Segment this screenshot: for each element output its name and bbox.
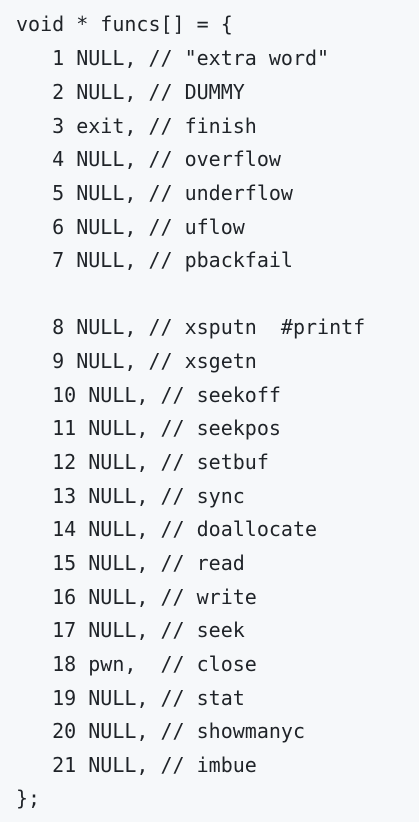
code-line: 10 NULL, // seekoff — [16, 383, 281, 407]
code-line: 3 exit, // finish — [16, 114, 257, 138]
code-line: 11 NULL, // seekpos — [16, 416, 281, 440]
code-line: 5 NULL, // underflow — [16, 181, 293, 205]
code-line: 4 NULL, // overflow — [16, 147, 281, 171]
code-line: 20 NULL, // showmanyc — [16, 719, 305, 743]
code-line: 18 pwn, // close — [16, 652, 257, 676]
code-line: void * funcs[] = { — [16, 12, 233, 36]
code-line: 6 NULL, // uflow — [16, 215, 245, 239]
code-line: 21 NULL, // imbue — [16, 753, 257, 777]
code-line: 19 NULL, // stat — [16, 686, 245, 710]
code-line: }; — [16, 786, 41, 810]
code-line: 14 NULL, // doallocate — [16, 517, 318, 541]
code-line: 17 NULL, // seek — [16, 618, 245, 642]
code-line: 9 NULL, // xsgetn — [16, 349, 257, 373]
code-line: 1 NULL, // "extra word" — [16, 46, 330, 70]
code-line: 7 NULL, // pbackfail — [16, 248, 293, 272]
code-line: 12 NULL, // setbuf — [16, 450, 269, 474]
code-line: 2 NULL, // DUMMY — [16, 80, 245, 104]
code-line: 8 NULL, // xsputn #printf — [16, 315, 366, 339]
code-line: 15 NULL, // read — [16, 551, 245, 575]
code-line: 13 NULL, // sync — [16, 484, 245, 508]
code-line: 16 NULL, // write — [16, 585, 257, 609]
code-block: void * funcs[] = { 1 NULL, // "extra wor… — [0, 0, 419, 822]
